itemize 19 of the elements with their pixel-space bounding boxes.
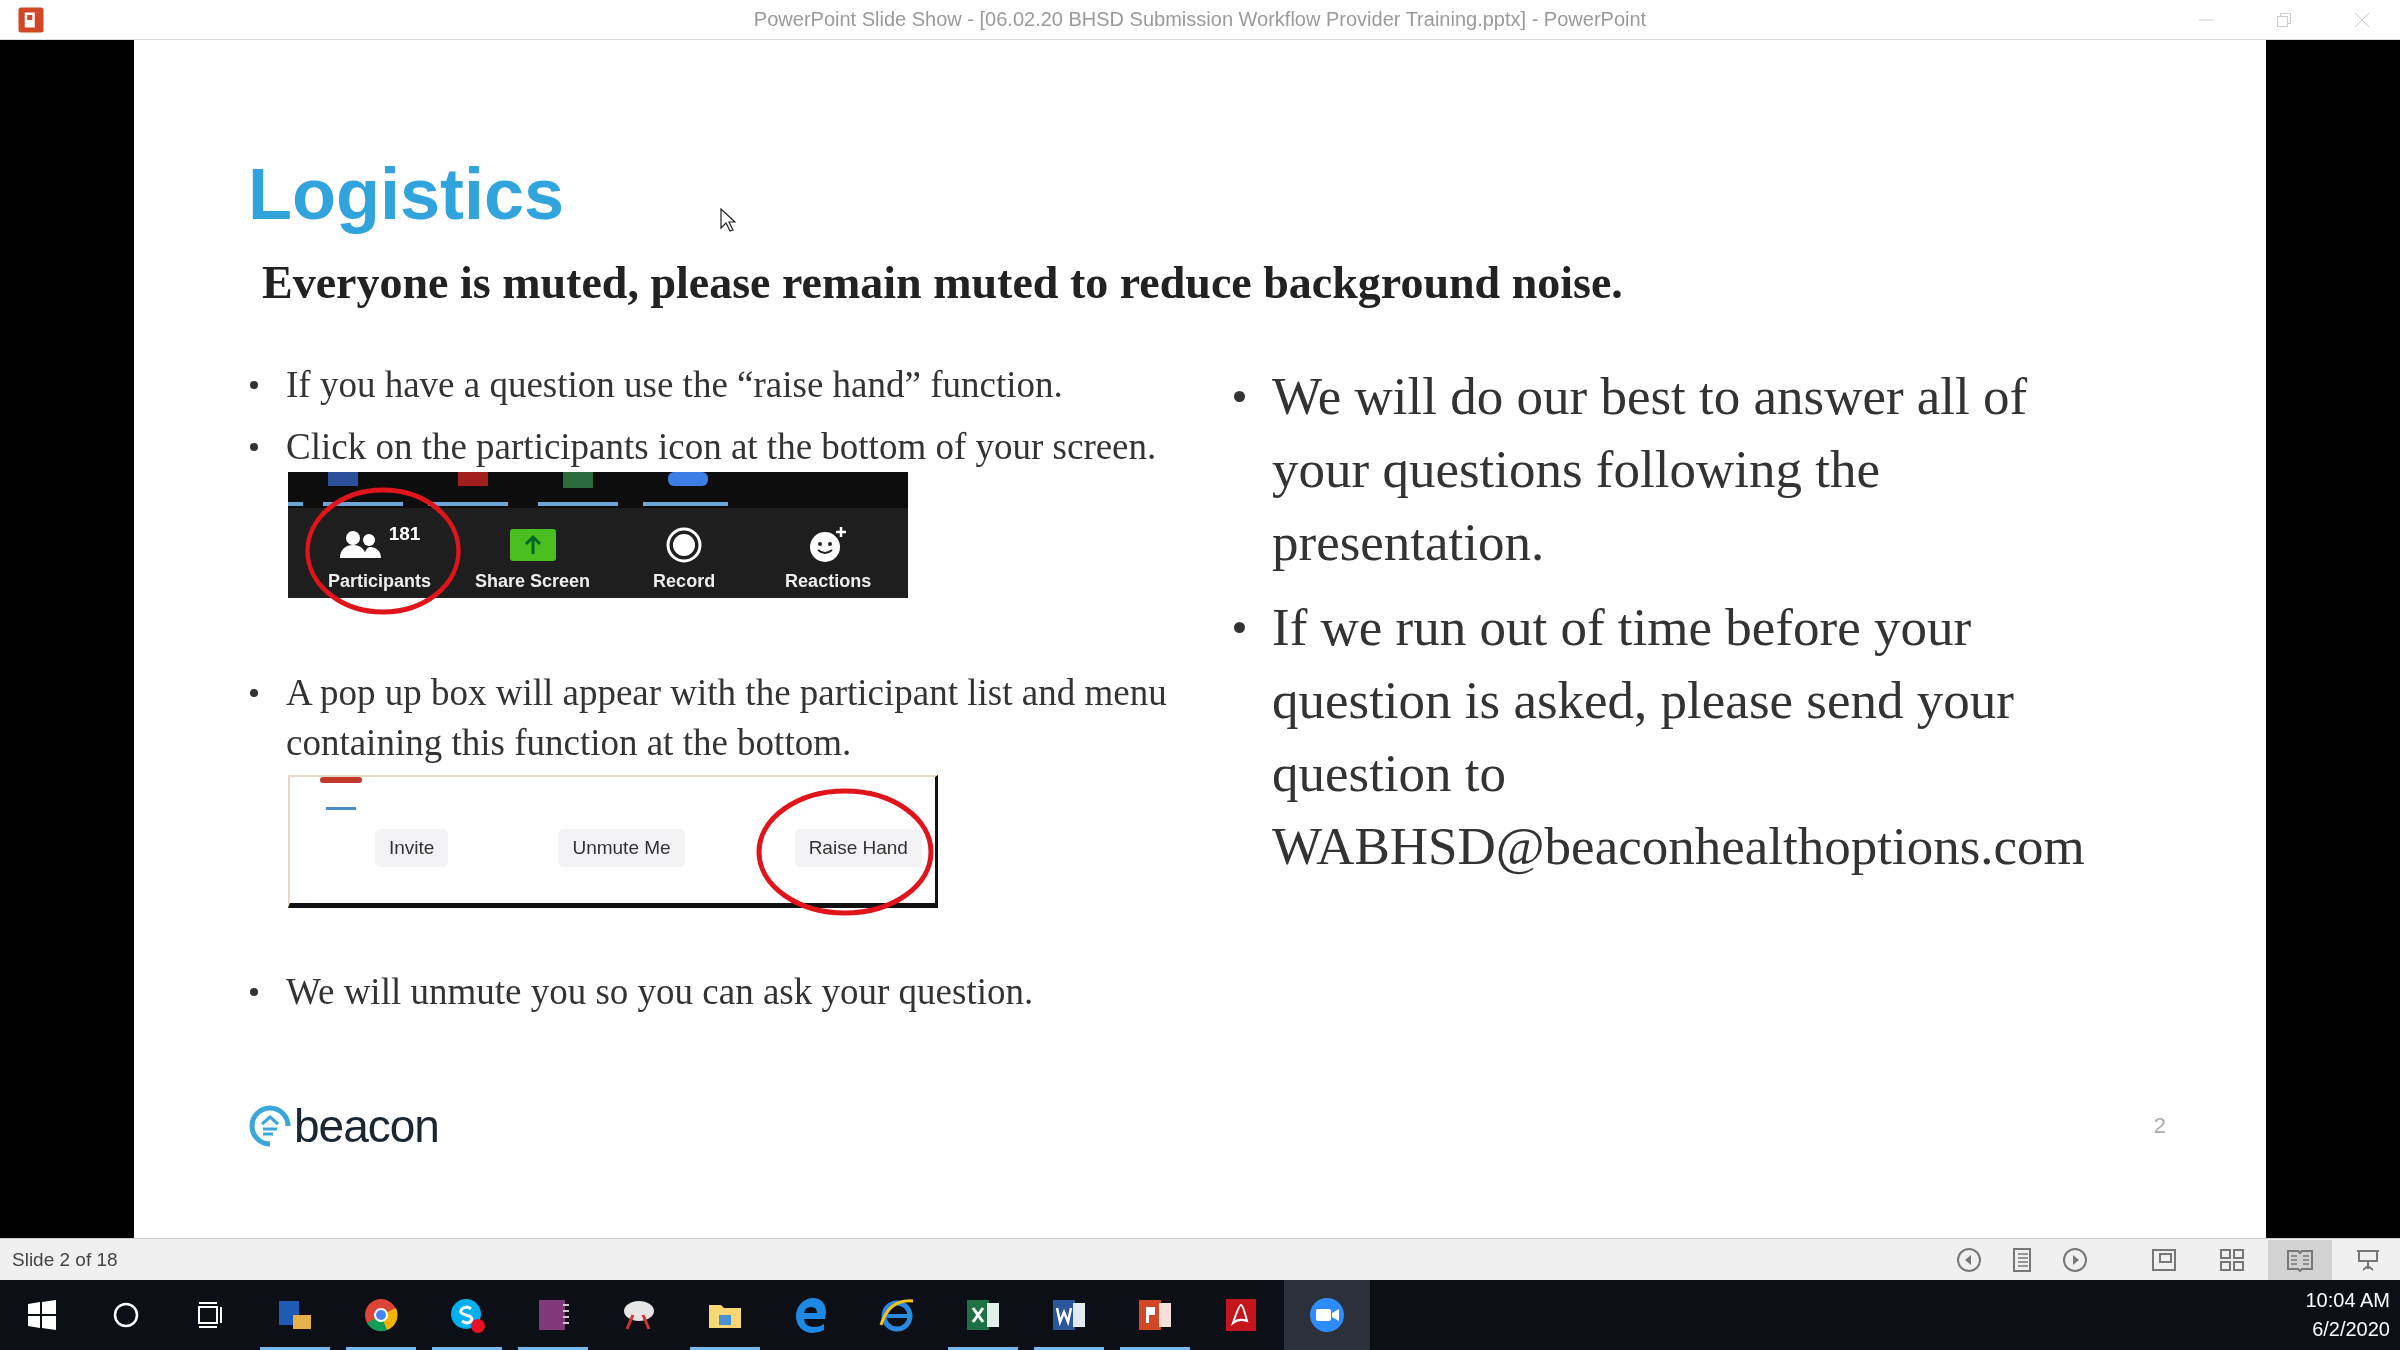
clock-date: 6/2/2020 — [2312, 1318, 2390, 1341]
slide-number: 2 — [2153, 1113, 2166, 1139]
bullet-text: We will do our best to answer all of your questions following the presentation. — [1272, 366, 2029, 574]
toolbar-button-label: Share Screen — [475, 571, 591, 593]
slide-indicator: Slide 2 of 18 — [12, 1248, 118, 1271]
participant-count: 181 — [388, 523, 421, 546]
bullet-text: Click on the participants icon at the bottom of your screen. — [286, 425, 1158, 470]
window-title: PowerPoint Slide Show - [06.02.20 BHSD Submission Workflow Provider Training.pptx] - PowerPoint — [753, 8, 1647, 31]
slide-subtitle: Everyone is muted, please remain muted to reduce background noise. — [262, 256, 1624, 311]
bullet-text: We will unmute you so you can ask your question. — [286, 970, 1035, 1015]
toolbar-button-label: Reactions — [785, 571, 872, 593]
toolbar-button-label: Participants — [328, 571, 432, 593]
bullet-text: A pop up box will appear with the participant list and menu containing this function at the bottom. — [286, 671, 1168, 766]
clock-time: 10:04 AM — [2305, 1289, 2390, 1312]
slide-title: Logistics — [248, 155, 565, 235]
bullet-text: If we run out of time before your question is asked, please send your question to WABHSD@beaconhealthoptions.com — [1272, 597, 2086, 878]
bullet-text: If you have a question use the “raise hand” function. — [286, 363, 1064, 408]
toolbar-button-label: Record — [653, 571, 716, 593]
logo-text: beacon — [294, 1099, 439, 1153]
